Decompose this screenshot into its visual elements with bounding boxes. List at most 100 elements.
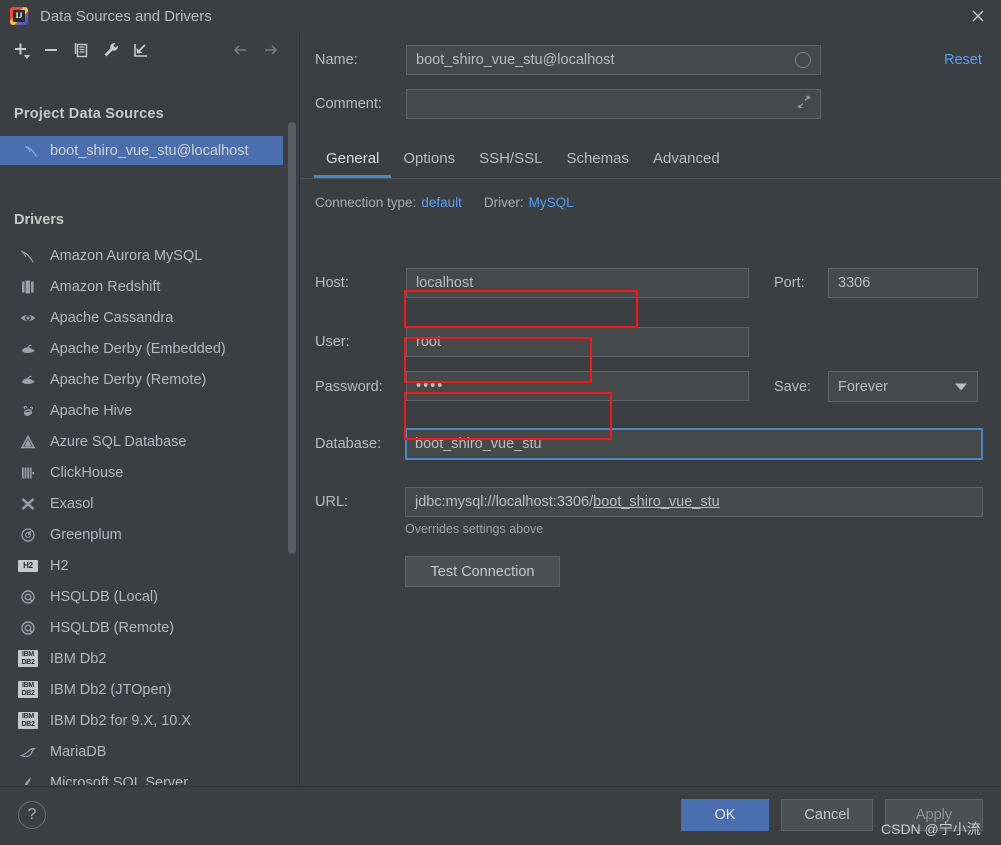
user-input[interactable]: root	[406, 327, 749, 357]
sidebar-item-label: boot_shiro_vue_stu@localhost	[50, 142, 249, 159]
driver-list-item-label: Amazon Redshift	[50, 278, 161, 295]
sidebar-scrollbar[interactable]	[288, 122, 296, 554]
ok-label: OK	[714, 807, 736, 823]
chevron-down-icon	[955, 383, 967, 390]
host-input[interactable]: localhost	[406, 268, 749, 298]
test-connection-button[interactable]: Test Connection	[405, 556, 560, 587]
port-input[interactable]: 3306	[828, 268, 978, 298]
cancel-label: Cancel	[804, 807, 850, 823]
driver-list-item[interactable]: ClickHouse	[0, 457, 283, 488]
url-hint-text: Overrides settings above	[405, 522, 544, 536]
tab-options[interactable]: Options	[391, 142, 467, 178]
expand-icon[interactable]	[795, 93, 813, 115]
connection-settings-panel: Name: boot_shiro_vue_stu@localhost Comme…	[301, 32, 1001, 785]
cassandra-eye-icon	[16, 310, 40, 326]
host-input-value: localhost	[416, 275, 474, 291]
driver-list-item[interactable]: HSQLDB (Remote)	[0, 612, 283, 643]
port-input-value: 3306	[838, 275, 871, 291]
url-database-text: boot_shiro_vue_stu	[593, 494, 720, 510]
driver-list-item-label: Apache Derby (Remote)	[50, 371, 207, 388]
driver-list-item[interactable]: HSQLDB (Local)	[0, 581, 283, 612]
driver-list-item-label: Azure SQL Database	[50, 433, 187, 450]
add-button[interactable]	[6, 35, 36, 65]
driver-list-item[interactable]: Azure SQL Database	[0, 426, 283, 457]
comment-input[interactable]	[406, 89, 821, 119]
driver-list-item-label: MariaDB	[50, 743, 107, 760]
driver-list-item[interactable]: IBM DB2 IBM Db2 for 9.X, 10.X	[0, 705, 283, 736]
tab-advanced[interactable]: Advanced	[641, 142, 732, 178]
url-input[interactable]: jdbc:mysql://localhost:3306/boot_shiro_v…	[405, 487, 983, 517]
remove-button[interactable]	[36, 35, 66, 65]
drivers-list[interactable]: Amazon Aurora MySQL Amazon Redshift Apache…	[0, 240, 283, 785]
cancel-button[interactable]: Cancel	[781, 799, 873, 831]
connection-type-label: Connection type:	[315, 195, 417, 210]
settings-tabs[interactable]: General Options SSH/SSL Schemas Advanced	[314, 142, 732, 180]
database-input[interactable]: boot_shiro_vue_stu	[405, 428, 983, 460]
driver-list-item[interactable]: Greenplum	[0, 519, 283, 550]
wrench-icon[interactable]	[96, 35, 126, 65]
database-label: Database:	[315, 436, 382, 452]
driver-list-item-label: HSQLDB (Remote)	[50, 619, 175, 636]
save-select[interactable]: Forever	[828, 371, 978, 402]
help-button[interactable]: ?	[18, 801, 46, 829]
driver-list-item-label: HSQLDB (Local)	[50, 588, 158, 605]
ibm-db2-badge-icon: IBM DB2	[16, 712, 40, 729]
driver-list-item[interactable]: IBM DB2 IBM Db2 (JTOpen)	[0, 674, 283, 705]
sidebar-toolbar	[0, 32, 299, 68]
driver-list-item-label: ClickHouse	[50, 464, 124, 481]
hive-bee-icon	[16, 403, 40, 419]
h2-badge-icon: H2	[16, 559, 40, 572]
driver-list-item[interactable]: Exasol	[0, 488, 283, 519]
apply-button[interactable]: Apply	[885, 799, 983, 831]
save-select-value: Forever	[838, 378, 888, 395]
driver-list-item-label: Exasol	[50, 495, 94, 512]
driver-list-item-label: Apache Hive	[50, 402, 133, 419]
driver-list-item[interactable]: Amazon Redshift	[0, 271, 283, 302]
url-prefix-text: jdbc:mysql://localhost:3306/	[415, 494, 594, 510]
data-sources-and-drivers-dialog: IJ Data Sources and Drivers Project Data…	[0, 0, 1001, 845]
derby-hat-icon	[16, 372, 40, 388]
ok-button[interactable]: OK	[681, 799, 769, 831]
driver-list-item[interactable]: IBM DB2 IBM Db2	[0, 643, 283, 674]
user-input-value: root	[416, 334, 441, 350]
driver-list-item[interactable]: Apache Derby (Embedded)	[0, 333, 283, 364]
window-title: Data Sources and Drivers	[40, 7, 212, 25]
driver-list-item[interactable]: Apache Derby (Remote)	[0, 364, 283, 395]
driver-list-item[interactable]: Amazon Aurora MySQL	[0, 240, 283, 271]
sidebar-item-data-source[interactable]: boot_shiro_vue_stu@localhost	[0, 136, 283, 165]
reset-link[interactable]: Reset	[944, 52, 982, 68]
host-label: Host:	[315, 275, 349, 291]
user-label: User:	[315, 334, 350, 350]
connection-type-row: Connection type: default Driver: MySQL	[315, 195, 574, 210]
password-input-value: ••••	[416, 378, 445, 394]
driver-list-item[interactable]: Microsoft SQL Server	[0, 767, 283, 785]
port-label: Port:	[774, 275, 805, 291]
mariadb-seal-icon	[16, 744, 40, 760]
back-button[interactable]	[226, 35, 256, 65]
title-bar: IJ Data Sources and Drivers	[0, 0, 1001, 32]
driver-list-item-label: IBM Db2 (JTOpen)	[50, 681, 172, 698]
driver-list-item[interactable]: Apache Hive	[0, 395, 283, 426]
password-input[interactable]: ••••	[406, 371, 749, 401]
connection-type-value[interactable]: default	[421, 195, 462, 210]
name-input[interactable]: boot_shiro_vue_stu@localhost	[406, 45, 821, 75]
driver-list-item[interactable]: MariaDB	[0, 736, 283, 767]
tab-general[interactable]: General	[314, 142, 392, 178]
driver-list-item[interactable]: H2 H2	[0, 550, 283, 581]
azure-triangle-icon	[16, 434, 40, 450]
sqlserver-icon	[16, 775, 40, 785]
forward-button[interactable]	[256, 35, 286, 65]
close-icon[interactable]	[955, 0, 1001, 32]
driver-list-item[interactable]: Apache Cassandra	[0, 302, 283, 333]
import-arrow-icon[interactable]	[126, 35, 156, 65]
tab-schemas[interactable]: Schemas	[554, 142, 641, 178]
driver-value[interactable]: MySQL	[529, 195, 574, 210]
database-input-value: boot_shiro_vue_stu	[415, 436, 542, 452]
copy-button[interactable]	[66, 35, 96, 65]
mysql-dolphin-icon	[20, 143, 42, 159]
driver-label: Driver:	[483, 195, 524, 210]
driver-list-item-label: Apache Cassandra	[50, 309, 174, 326]
name-status-circle-icon	[795, 52, 811, 68]
redshift-icon	[16, 279, 40, 295]
tab-ssh-ssl[interactable]: SSH/SSL	[467, 142, 554, 178]
